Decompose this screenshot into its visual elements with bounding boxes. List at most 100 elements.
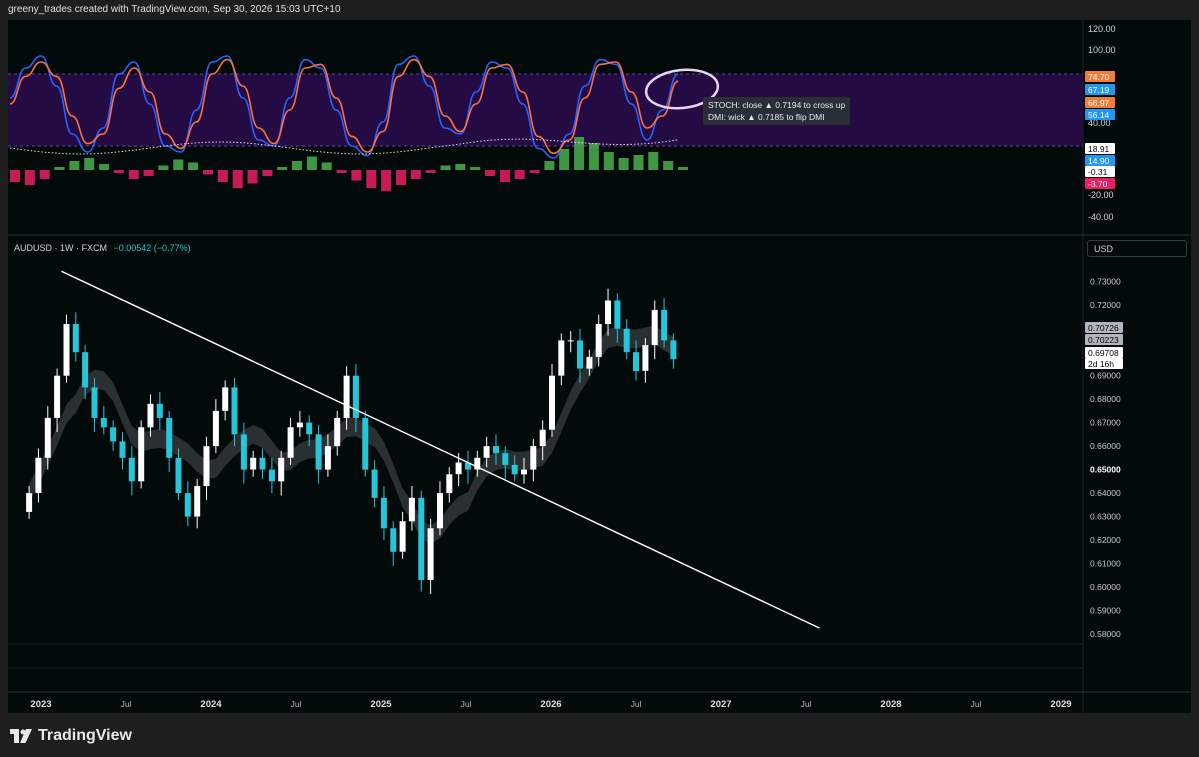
- candle-body: [661, 309, 668, 341]
- candle-body: [306, 422, 313, 435]
- histogram-bar: [351, 170, 362, 181]
- histogram-bar: [603, 152, 614, 170]
- candle-body: [623, 328, 630, 353]
- histogram-bar: [262, 170, 273, 176]
- candle-body: [147, 403, 154, 428]
- candle-body: [651, 309, 658, 346]
- symbol-name: AUDUSD · 1W · FXCM: [14, 243, 107, 253]
- price-tick-label: 0.65000: [1090, 465, 1121, 475]
- histogram-bar: [99, 164, 110, 170]
- currency-button[interactable]: USD: [1087, 240, 1187, 257]
- candle-body: [530, 446, 537, 470]
- histogram-bar: [618, 158, 629, 170]
- candle-body: [194, 486, 201, 517]
- histogram-bar: [633, 155, 644, 170]
- time-tick-label: 2026: [540, 699, 561, 710]
- candle-body: [633, 352, 639, 371]
- candle-body: [287, 427, 294, 458]
- histogram-bar: [425, 170, 436, 173]
- candle-body: [26, 493, 33, 512]
- candle-body: [614, 300, 621, 329]
- candle-body: [128, 457, 135, 482]
- histogram-bar: [381, 170, 392, 191]
- candle-body: [427, 528, 434, 580]
- candle-body: [455, 462, 462, 475]
- time-tick-label: 2029: [1050, 699, 1071, 710]
- candle-body: [259, 457, 266, 470]
- osc-value-text: 56.14: [1088, 110, 1110, 120]
- footer: TradingView: [10, 725, 132, 747]
- candle-body: [446, 474, 453, 494]
- histogram-bar: [455, 164, 466, 170]
- histogram-bar: [128, 170, 139, 179]
- osc-tick-label: -20.00: [1088, 190, 1114, 200]
- histogram-bar: [588, 143, 599, 170]
- price-tick-label: 0.66000: [1090, 441, 1121, 451]
- time-tick-label: 2028: [880, 699, 901, 710]
- time-tick-label: 2023: [30, 699, 51, 710]
- price-labels: 0.70726 0.70223 0.697082d 16h: [1085, 322, 1123, 369]
- candle-body: [296, 422, 303, 428]
- chart-header: greeny_trades created with TradingView.c…: [8, 4, 341, 15]
- candle-body: [166, 417, 173, 458]
- candle-body: [437, 493, 443, 529]
- tooltip-line-1: STOCH: close ▲ 0.7194 to cross up: [708, 100, 846, 110]
- time-tick-label: 2027: [710, 699, 731, 710]
- osc-value-text: -0.31: [1088, 167, 1108, 177]
- candle-body: [586, 356, 593, 369]
- candle-body: [231, 387, 238, 435]
- candle-body: [521, 469, 527, 475]
- symbol-legend[interactable]: AUDUSD · 1W · FXCM −0.00542 (−0.77%): [14, 243, 191, 253]
- candle-body: [268, 469, 275, 482]
- histogram-bar: [306, 156, 317, 170]
- candle-body: [380, 497, 387, 529]
- candle-body: [567, 340, 574, 342]
- histogram-bar: [544, 161, 555, 170]
- time-tick-label: Jul: [631, 699, 642, 709]
- alert-tooltip: STOCH: close ▲ 0.7194 to cross up DMI: w…: [703, 97, 851, 125]
- histogram-bar: [277, 167, 288, 170]
- histogram-bar: [188, 162, 199, 170]
- histogram-bar: [113, 170, 124, 173]
- candle-body: [362, 417, 369, 470]
- price-tick-label: 0.64000: [1090, 488, 1121, 498]
- candle-body: [343, 375, 350, 418]
- osc-value-text: 66.97: [1088, 98, 1110, 108]
- candle-body: [352, 375, 359, 418]
- time-tick-label: Jul: [121, 699, 132, 709]
- chart-frame[interactable]: 120.00 100.00 40.00 -20.00 -40.00 74.70 67.19…: [8, 20, 1191, 713]
- price-tick-label: 0.73000: [1090, 277, 1121, 287]
- candle-body: [399, 521, 406, 552]
- histogram-bar: [514, 170, 525, 179]
- osc-value-text: 18.91: [1088, 144, 1110, 154]
- candle-body: [184, 493, 191, 517]
- histogram-bar: [24, 170, 35, 185]
- histogram-bar: [143, 170, 154, 176]
- histogram-bar: [440, 165, 451, 170]
- candle-body: [278, 457, 285, 482]
- time-tick-label: 2024: [200, 699, 222, 710]
- histogram-bar: [663, 161, 674, 170]
- histogram-bar: [470, 167, 481, 170]
- symbol-change: −0.00542 (−0.77%): [113, 243, 191, 253]
- candles: [26, 288, 677, 595]
- tradingview-brand: TradingView: [38, 727, 132, 744]
- chart-canvas[interactable]: 120.00100.0040.00-20.00-40.00 74.7067.19…: [8, 20, 1191, 713]
- histogram-bar: [366, 170, 377, 188]
- candle-body: [371, 469, 378, 498]
- histogram-bar: [292, 161, 302, 170]
- osc-value-text: 14.90: [1088, 156, 1110, 166]
- price-tick-label: 0.61000: [1090, 559, 1121, 569]
- candle-body: [315, 434, 322, 470]
- price-label-text: 0.69708: [1088, 348, 1119, 358]
- time-tick-label: 2025: [370, 699, 392, 710]
- histogram-bar: [336, 170, 347, 173]
- osc-tick-label: -40.00: [1088, 212, 1114, 222]
- candle-body: [250, 457, 257, 470]
- price-label-text: 0.70223: [1088, 335, 1119, 345]
- candle-body: [54, 375, 61, 418]
- oscillator-y-axis: 120.00100.0040.00-20.00-40.00: [1088, 24, 1116, 222]
- osc-value-text: -3.70: [1088, 179, 1108, 189]
- histogram-bar: [321, 162, 332, 170]
- osc-value-text: 74.70: [1088, 72, 1110, 82]
